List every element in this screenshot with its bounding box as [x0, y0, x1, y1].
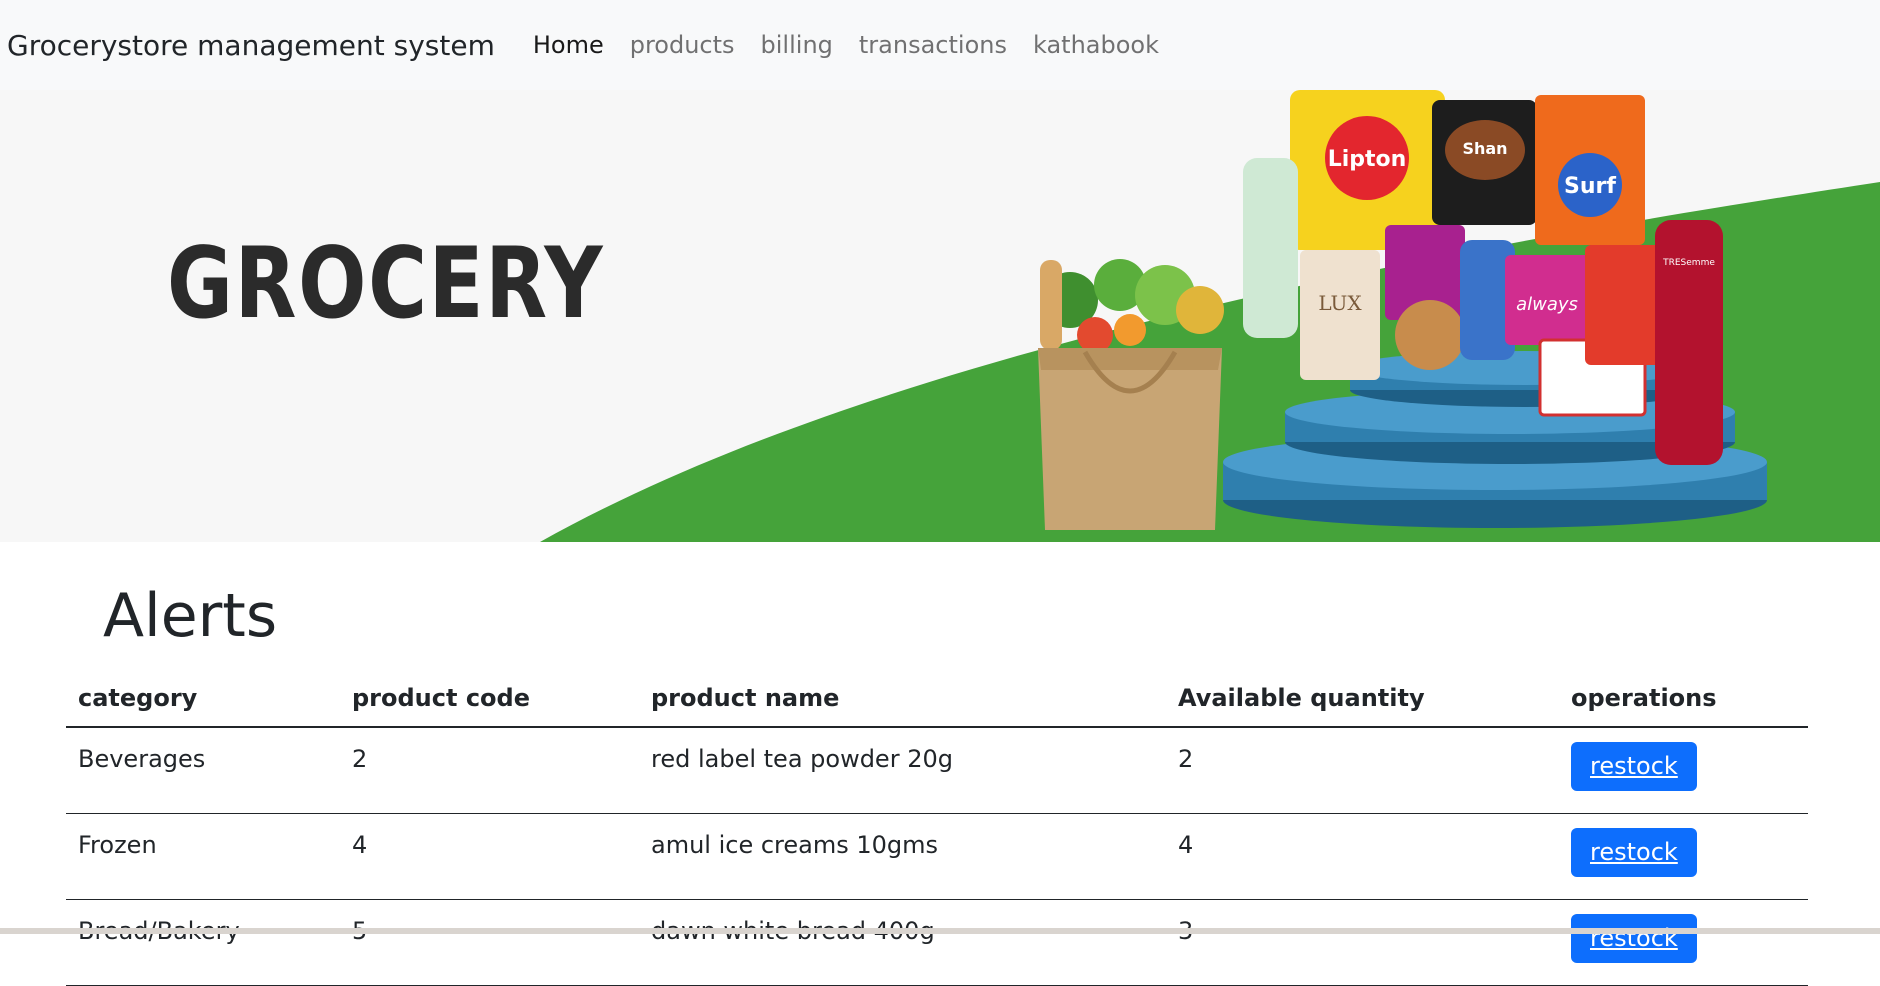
shan-label: Shan [1462, 139, 1507, 158]
cell-category: Frozen [66, 813, 340, 900]
top-navbar: Grocerystore management system Home prod… [0, 0, 1880, 90]
cell-available-quantity: 3 [1166, 899, 1559, 986]
lipton-label: Lipton [1328, 147, 1407, 172]
column-header-available-quantity: Available quantity [1166, 672, 1559, 728]
column-header-operations: operations [1559, 672, 1808, 728]
cell-category: Bread/Bakery [66, 899, 340, 986]
tresemme-label: TRESemme [1662, 258, 1715, 268]
table-row: Beverages 2 red label tea powder 20g 2 r… [66, 727, 1808, 814]
window-bottom-edge [0, 928, 1880, 934]
alerts-heading: Alerts [103, 581, 278, 651]
cell-product-code: 4 [340, 813, 639, 900]
table-row: Bread/Bakery 5 dawn white bread 400g 3 r… [66, 899, 1808, 986]
brand-link[interactable]: Grocerystore management system [7, 29, 495, 62]
cell-product-code: 2 [340, 727, 639, 814]
cell-product-name: dawn white bread 400g [639, 899, 1166, 986]
cell-available-quantity: 2 [1166, 727, 1559, 814]
column-header-category: category [66, 672, 340, 728]
table-row: Frozen 4 amul ice creams 10gms 4 restock [66, 813, 1808, 900]
nav-transactions[interactable]: transactions [859, 31, 1007, 59]
hero-banner: Lipton Shan Surf LUX always TRESemme GRO… [0, 90, 1880, 542]
column-header-product-name: product name [639, 672, 1166, 728]
alerts-table: category product code product name Avail… [66, 672, 1808, 986]
restock-button[interactable]: restock [1571, 828, 1697, 877]
cell-operations: restock [1559, 813, 1808, 900]
nav-products[interactable]: products [630, 31, 735, 59]
restock-button[interactable]: restock [1571, 742, 1697, 791]
restock-button[interactable]: restock [1571, 914, 1697, 963]
lux-label: LUX [1318, 291, 1362, 315]
cell-product-name: amul ice creams 10gms [639, 813, 1166, 900]
always-label: always [1516, 294, 1578, 315]
table-header-row: category product code product name Avail… [66, 672, 1808, 728]
column-header-product-code: product code [340, 672, 639, 728]
nav-billing[interactable]: billing [761, 31, 833, 59]
cell-product-code: 5 [340, 899, 639, 986]
nav-kathabook[interactable]: kathabook [1033, 31, 1159, 59]
nav-home[interactable]: Home [533, 31, 604, 59]
grocery-bag-illustration [1038, 259, 1224, 530]
cell-operations: restock [1559, 899, 1808, 986]
cell-available-quantity: 4 [1166, 813, 1559, 900]
cell-operations: restock [1559, 727, 1808, 814]
surf-label: Surf [1564, 174, 1616, 199]
banner-title: GROCERY [167, 227, 605, 341]
cell-category: Beverages [66, 727, 340, 814]
cell-product-name: red label tea powder 20g [639, 727, 1166, 814]
alerts-table-wrapper: category product code product name Avail… [66, 672, 1808, 986]
